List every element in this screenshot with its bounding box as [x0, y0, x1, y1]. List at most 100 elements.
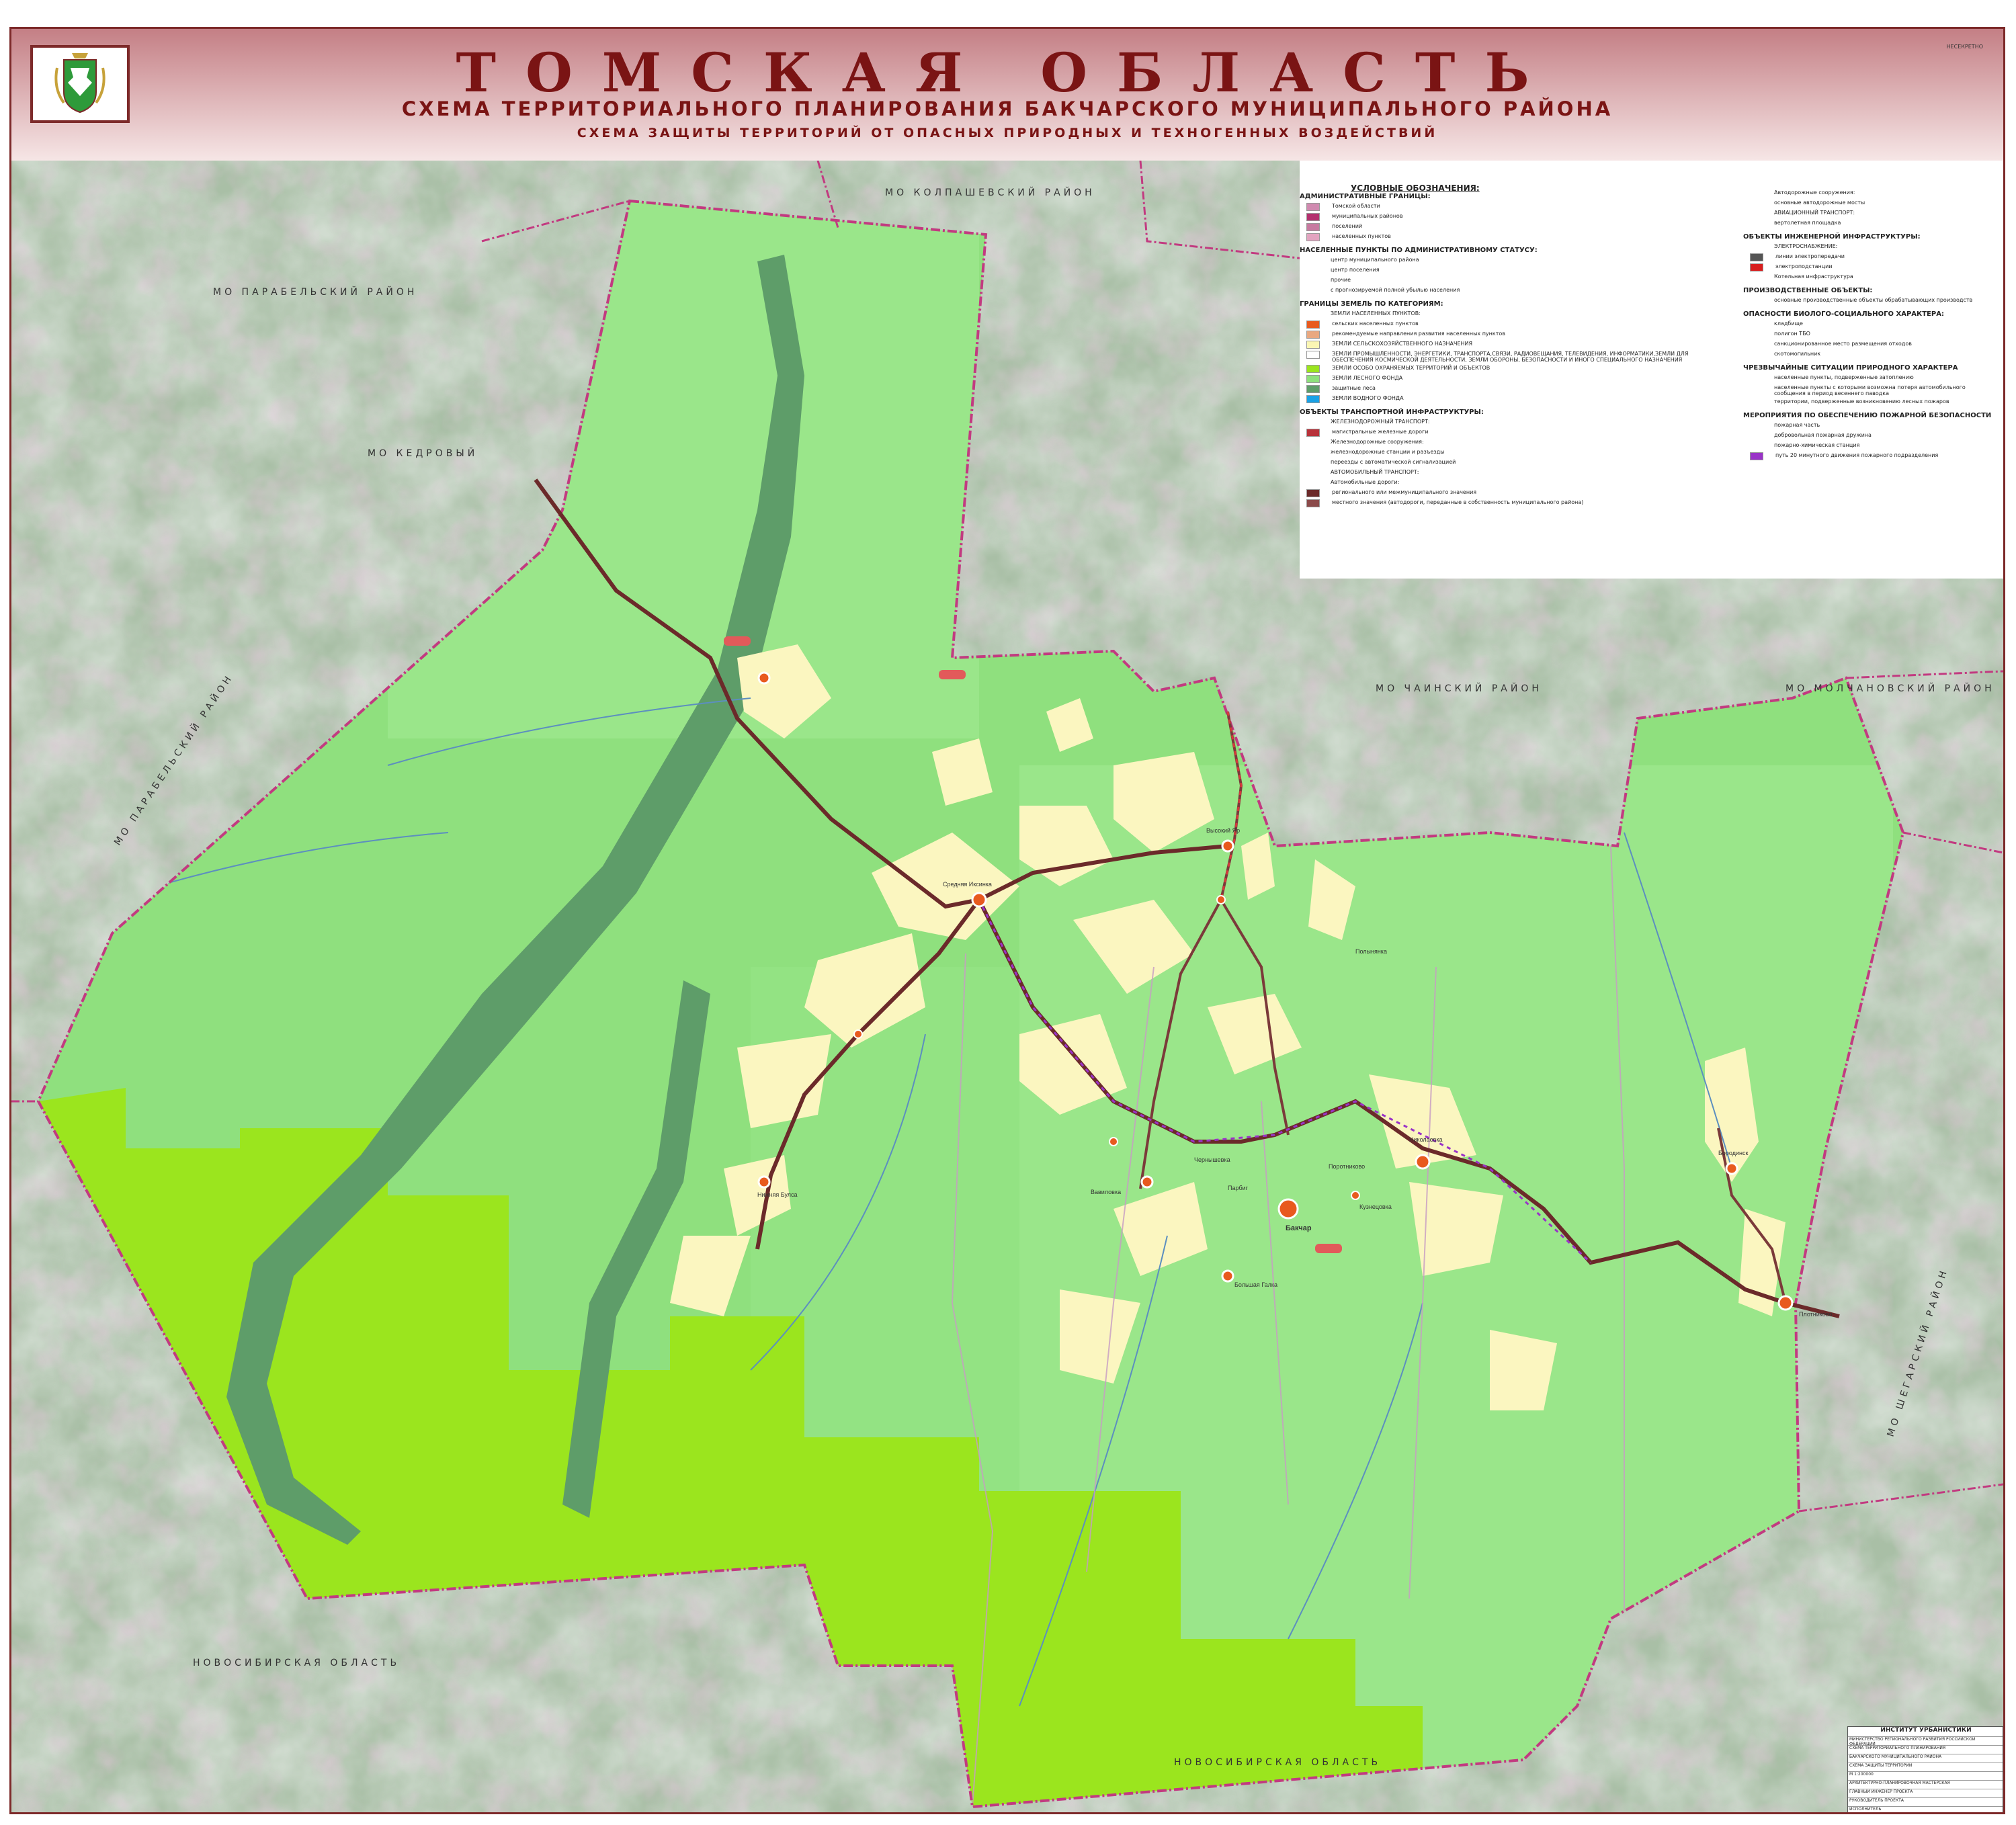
- legend-item-label: ЗЕМЛИ ОСОБО ОХРАНЯЕМЫХ ТЕРРИТОРИЙ И ОБЪЕ…: [1332, 365, 1490, 371]
- settlement-marker[interactable]: [757, 671, 771, 685]
- settlement-marker[interactable]: [1725, 1162, 1738, 1175]
- legend-swatch: [1750, 200, 1762, 206]
- legend-swatch: [1306, 267, 1318, 273]
- legend-item-label: переезды с автоматической сигнализацией: [1331, 459, 1456, 465]
- legend-item: ЗЕМЛИ ВОДНОГО ФОНДА: [1300, 395, 1730, 403]
- legend-item: прочие: [1300, 277, 1730, 285]
- legend-swatch: [1306, 213, 1320, 221]
- fire-hazard-icon[interactable]: [939, 670, 966, 679]
- title-block: ИНСТИТУТ УРБАНИСТИКИ МИНИСТЕРСТВО РЕГИОН…: [1847, 1726, 2003, 1812]
- legend-item: кладбище: [1743, 321, 1999, 329]
- legend-section-heading: МЕРОПРИЯТИЯ ПО ОБЕСПЕЧЕНИЮ ПОЖАРНОЙ БЕЗО…: [1743, 412, 1992, 419]
- legend-item: добровольная пожарная дружина: [1743, 432, 1999, 440]
- legend-section-heading: ПРОИЗВОДСТВЕННЫЕ ОБЪЕКТЫ:: [1743, 287, 1873, 294]
- neighbor-label-east: МО ЧАИНСКИЙ РАЙОН: [1376, 682, 1542, 694]
- legend-item: Железнодорожные сооружения:: [1300, 439, 1730, 447]
- legend-item: с прогнозируемой полной убылью населения: [1300, 287, 1730, 295]
- legend-item-label: Автомобильные дороги:: [1331, 479, 1400, 485]
- legend-swatch: [1306, 277, 1318, 284]
- legend-swatch: [1306, 499, 1320, 507]
- legend-item-label: территории, подверженные возникновению л…: [1774, 398, 1949, 405]
- settlement-marker[interactable]: [1415, 1154, 1431, 1170]
- legend-swatch: [1306, 257, 1318, 263]
- settlement-marker[interactable]: [1109, 1137, 1118, 1146]
- settlement-marker[interactable]: [1221, 1269, 1234, 1283]
- legend-swatch: [1306, 203, 1320, 211]
- legend-item-label: АВИАЦИОННЫЙ ТРАНСПОРТ:: [1774, 210, 1855, 216]
- neighbor-label-south2: НОВОСИБИРСКАЯ ОБЛАСТЬ: [1174, 1757, 1381, 1768]
- settlement-label: Николаевка: [1409, 1136, 1443, 1143]
- settlement-marker[interactable]: [1351, 1191, 1360, 1200]
- legend-item: Автомобильные дороги:: [1300, 479, 1730, 487]
- legend-swatch: [1306, 479, 1318, 486]
- legend-item: муниципальных районов: [1300, 213, 1730, 221]
- legend-item: пожарная часть: [1743, 422, 1999, 430]
- settlement-marker[interactable]: [971, 892, 987, 908]
- settlement-label: Чернышевка: [1194, 1156, 1230, 1163]
- title-block-row: АРХИТЕКТУРНО-ПЛАНИРОВОЧНАЯ МАСТЕРСКАЯ: [1848, 1781, 2003, 1789]
- legend-swatch: [1306, 365, 1320, 373]
- legend-item: железнодорожные станции и разъезды: [1300, 449, 1730, 457]
- legend-item-label: ЭЛЕКТРОСНАБЖЕНИЕ:: [1774, 243, 1838, 249]
- neighbor-label-northwest: МО ПАРАБЕЛЬСКИЙ РАЙОН: [213, 286, 417, 298]
- legend-item: сельских населенных пунктов: [1300, 321, 1730, 329]
- settlement-marker[interactable]: [757, 1175, 771, 1189]
- page-title: ТОМСКАЯ ОБЛАСТЬ: [456, 41, 1559, 104]
- legend-item-label: линии электропередачи: [1775, 253, 1845, 259]
- legend-item-label: рекомендуемые направления развития насел…: [1332, 331, 1505, 337]
- settlement-marker[interactable]: [853, 1029, 863, 1039]
- settlement-marker[interactable]: [1277, 1198, 1299, 1220]
- title-block-rows: МИНИСТЕРСТВО РЕГИОНАЛЬНОГО РАЗВИТИЯ РОСС…: [1848, 1737, 2003, 1812]
- legend-item: ЖЕЛЕЗНОДОРОЖНЫЙ ТРАНСПОРТ:: [1300, 419, 1730, 427]
- legend-item-label: местного значения (автодороги, переданны…: [1332, 499, 1584, 505]
- settlement-label: Средняя Иксинка: [943, 881, 992, 888]
- legend-swatch: [1306, 395, 1320, 403]
- legend-item-label: магистральные железные дороги: [1332, 429, 1429, 435]
- legend-item: населенные пункты, подверженные затоплен…: [1743, 374, 1999, 382]
- legend-item: ЗЕМЛИ СЕЛЬСКОХОЗЯЙСТВЕННОГО НАЗНАЧЕНИЯ: [1300, 341, 1730, 349]
- neighbor-label-north: МО КОЛПАШЕВСКИЙ РАЙОН: [885, 186, 1095, 198]
- legend-item: линии электропередачи: [1743, 253, 1999, 261]
- legend-item-label: защитные леса: [1332, 385, 1376, 391]
- settlement-marker[interactable]: [1216, 895, 1226, 904]
- legend-item: пожарно-химическая станция: [1743, 442, 1999, 450]
- legend-item-label: основные производственные объекты обраба…: [1774, 297, 1973, 303]
- legend-item-label: путь 20 минутного движения пожарного под…: [1775, 452, 1939, 458]
- legend-section-heading: ГРАНИЦЫ ЗЕМЕЛЬ ПО КАТЕГОРИЯМ:: [1300, 300, 1443, 308]
- legend-item: электроподстанции: [1743, 263, 1999, 271]
- title-block-row: СХЕМА ЗАЩИТЫ ТЕРРИТОРИЙ: [1848, 1763, 2003, 1772]
- legend-section-heading: АДМИНИСТРАТИВНЫЕ ГРАНИЦЫ:: [1300, 193, 1431, 200]
- legend-swatch: [1750, 374, 1762, 381]
- fire-hazard-icon[interactable]: [724, 636, 751, 646]
- settlement-marker[interactable]: [1777, 1295, 1794, 1311]
- legend-item-label: ЗЕМЛИ ВОДНОГО ФОНДА: [1332, 395, 1404, 401]
- legend-item: скотомогильник: [1743, 351, 1999, 359]
- legend-item: центр муниципального района: [1300, 257, 1730, 265]
- legend-swatch: [1750, 398, 1762, 405]
- settlement-label: Вавиловка: [1091, 1189, 1121, 1195]
- legend-item: Томской области: [1300, 203, 1730, 211]
- legend-swatch: [1306, 459, 1318, 466]
- header-banner: ТОМСКАЯ ОБЛАСТЬ СХЕМА ТЕРРИТОРИАЛЬНОГО П…: [11, 29, 2003, 161]
- legend-item-label: основные автодорожные мосты: [1774, 200, 1865, 206]
- legend-item: АВИАЦИОННЫЙ ТРАНСПОРТ:: [1743, 210, 1999, 218]
- legend-item: ЗЕМЛИ ОСОБО ОХРАНЯЕМЫХ ТЕРРИТОРИЙ И ОБЪЕ…: [1300, 365, 1730, 373]
- legend-swatch: [1306, 449, 1318, 456]
- legend-item-label: поселений: [1332, 223, 1363, 229]
- legend-right-column: Автодорожные сооружения: основные автодор…: [1743, 187, 1999, 462]
- legend-swatch: [1306, 351, 1320, 359]
- legend-item: рекомендуемые направления развития насел…: [1300, 331, 1730, 339]
- fire-hazard-icon[interactable]: [1315, 1244, 1342, 1253]
- legend-item-label: населенные пункты, подверженные затоплен…: [1774, 374, 1914, 380]
- settlement-marker[interactable]: [1140, 1175, 1154, 1189]
- settlement-label: Нижняя Булса: [757, 1191, 798, 1198]
- legend-swatch: [1750, 341, 1762, 347]
- legend-item: полигон ТБО: [1743, 331, 1999, 339]
- settlement-marker[interactable]: [1221, 839, 1234, 853]
- legend-left-column: АДМИНИСТРАТИВНЫЕ ГРАНИЦЫ: Томской области…: [1300, 187, 1730, 509]
- map-subtitle-secondary: СХЕМА ЗАЩИТЫ ТЕРРИТОРИЙ ОТ ОПАСНЫХ ПРИРО…: [577, 126, 1438, 140]
- legend-item: защитные леса: [1300, 385, 1730, 393]
- legend-swatch: [1306, 375, 1320, 383]
- legend-item-label: Томской области: [1332, 203, 1380, 209]
- legend-item: Котельная инфраструктура: [1743, 273, 1999, 282]
